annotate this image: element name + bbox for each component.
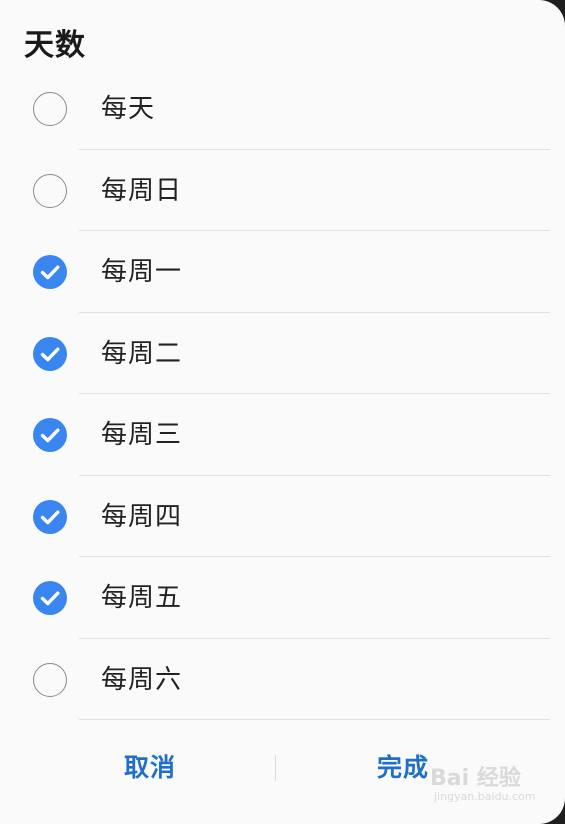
option-label: 每周四 — [101, 501, 183, 532]
check-circle-icon[interactable] — [33, 418, 67, 452]
done-button[interactable]: 完成 — [377, 748, 429, 788]
empty-circle-icon[interactable] — [33, 662, 67, 697]
watermark-text: Bai 经验 — [430, 766, 521, 791]
option-label: 每周二 — [101, 338, 183, 369]
empty-circle-icon[interactable] — [33, 92, 67, 126]
check-circle-icon[interactable] — [33, 336, 67, 371]
watermark-subtext: jingyan.baidu.com — [434, 790, 536, 803]
cancel-button[interactable]: 取消 — [124, 748, 176, 788]
option-row[interactable]: 每天 — [0, 68, 565, 150]
option-row[interactable]: 每周日 — [0, 150, 565, 231]
option-row[interactable]: 每周三 — [0, 394, 565, 476]
option-label: 每周五 — [101, 583, 183, 613]
option-label: 每天 — [101, 94, 156, 124]
option-row[interactable]: 每周四 — [0, 476, 565, 557]
check-circle-icon[interactable] — [33, 499, 67, 534]
dialog-title: 天数 — [24, 28, 86, 63]
option-label: 每周六 — [101, 664, 183, 695]
row-divider — [79, 719, 550, 720]
option-row[interactable]: 每周六 — [0, 639, 565, 720]
days-dialog: 天数 每天 每周日 每周一 每周二 每周三 每周四 每周五 每周六 取消 完成 … — [0, 0, 565, 824]
option-row[interactable]: 每周二 — [0, 313, 565, 394]
check-circle-icon[interactable] — [33, 581, 67, 615]
option-label: 每周三 — [101, 420, 183, 450]
option-row[interactable]: 每周一 — [0, 231, 565, 313]
footer-separator — [275, 755, 276, 781]
option-label: 每周日 — [101, 175, 183, 206]
check-circle-icon[interactable] — [33, 255, 67, 289]
days-list: 每天 每周日 每周一 每周二 每周三 每周四 每周五 每周六 — [0, 68, 565, 720]
option-label: 每周一 — [101, 257, 183, 287]
option-row[interactable]: 每周五 — [0, 557, 565, 639]
empty-circle-icon[interactable] — [33, 173, 67, 208]
watermark-logo: Bai 经验 jingyan.baidu.com — [430, 760, 540, 810]
